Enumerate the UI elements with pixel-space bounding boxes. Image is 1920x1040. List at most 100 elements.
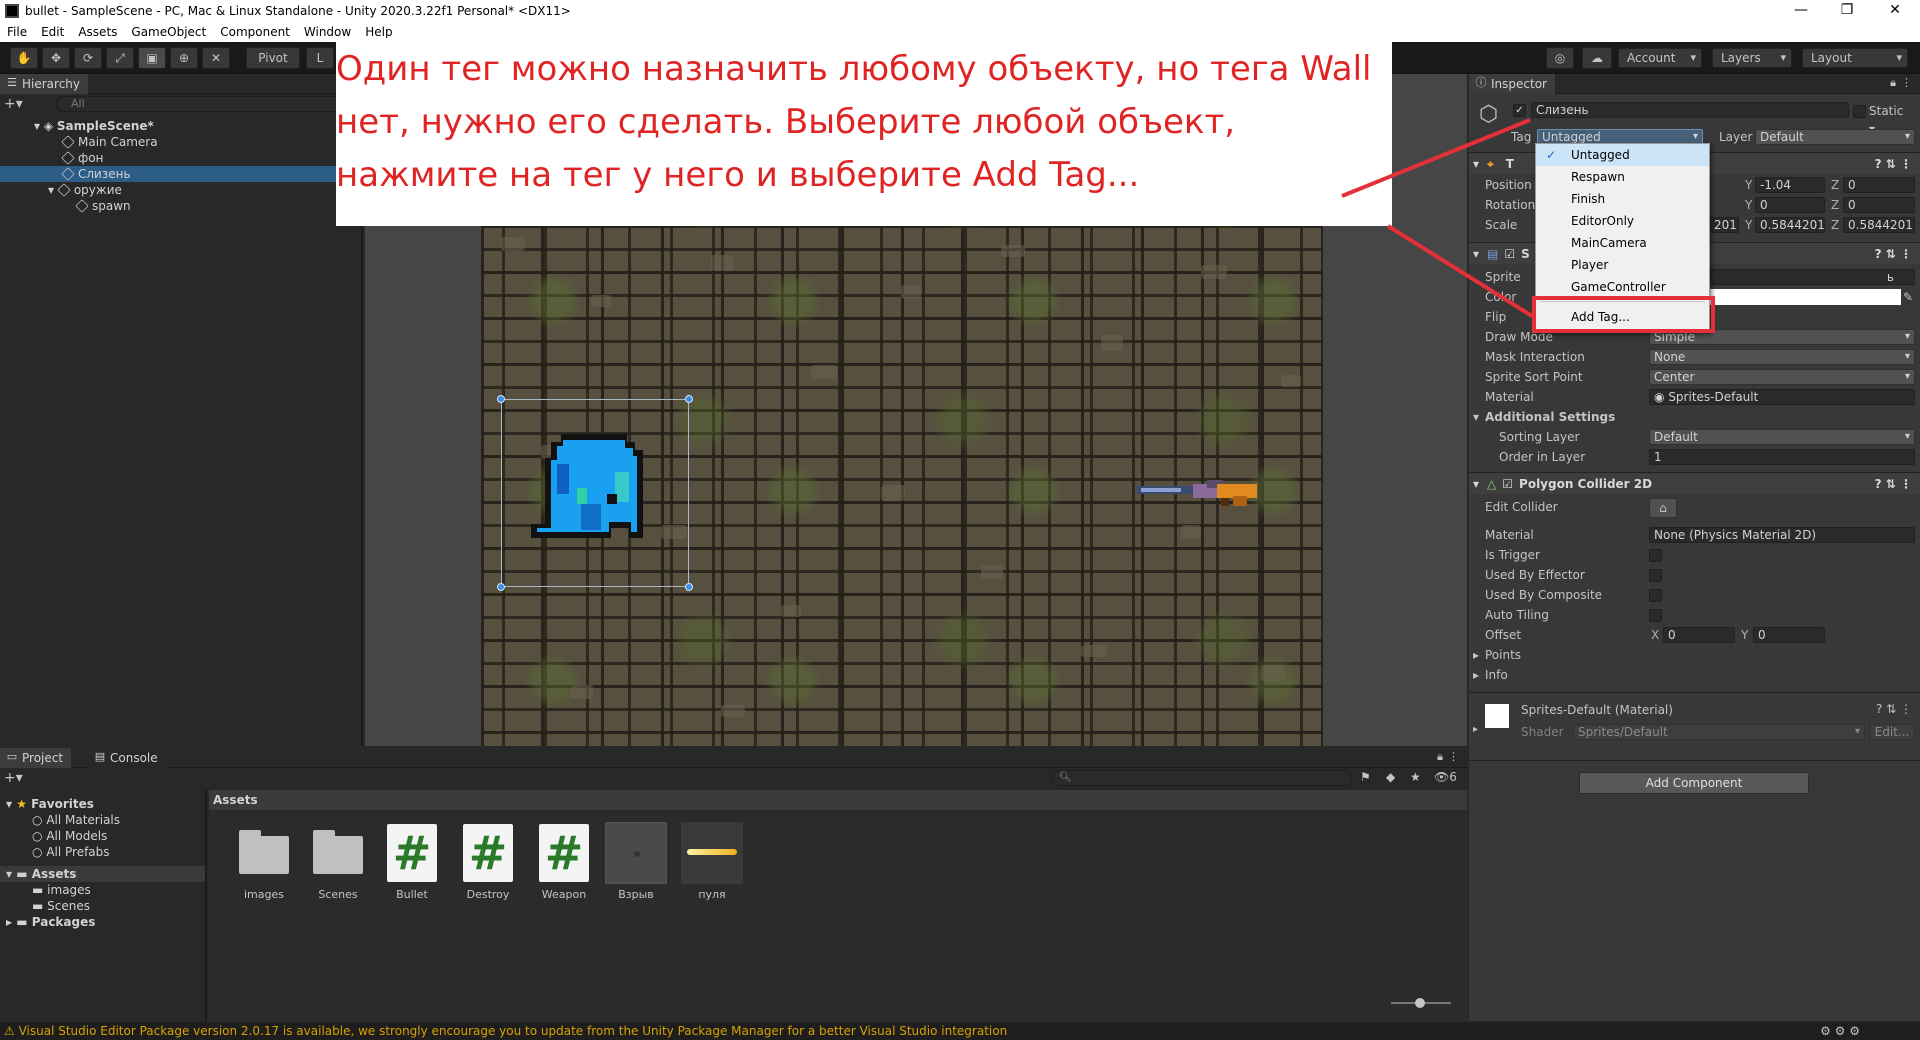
lock-icon[interactable]: 🔒︎ <box>1890 76 1896 90</box>
local-toggle[interactable]: L <box>306 47 334 69</box>
tree-item-favorites[interactable]: ▾ ★ Favorites <box>0 796 205 812</box>
layer-dropdown[interactable]: Default <box>1755 129 1915 145</box>
menu-window[interactable]: Window <box>297 25 358 39</box>
create-asset-button[interactable]: +▾ <box>4 770 23 786</box>
tag-option-untagged[interactable]: ✓ Untagged <box>1536 144 1709 166</box>
menu-edit[interactable]: Edit <box>34 25 71 39</box>
hand-tool-icon[interactable]: ✋ <box>10 47 38 69</box>
offset-x-field[interactable]: 0 <box>1663 627 1735 643</box>
menu-gameobject[interactable]: GameObject <box>124 25 213 39</box>
weapon-sprite[interactable] <box>1137 478 1261 508</box>
collider-material-field[interactable]: None (Physics Material 2D) <box>1649 527 1915 543</box>
filter-label-icon[interactable]: ◆ <box>1386 770 1395 784</box>
order-field[interactable]: 1 <box>1649 449 1915 465</box>
tab-hierarchy[interactable]: ☰ Hierarchy <box>0 74 89 94</box>
favorite-star-icon[interactable]: ★ <box>1410 770 1421 784</box>
slime-sprite[interactable] <box>531 428 665 554</box>
used-composite-checkbox[interactable] <box>1649 589 1662 602</box>
shader-dropdown[interactable]: Sprites/Default <box>1573 724 1865 740</box>
collab-icon[interactable]: ◎ <box>1546 47 1574 69</box>
layout-dropdown[interactable]: Layout <box>1802 48 1908 68</box>
component-menu-icons[interactable]: ? ⇅ ⋮ <box>1875 243 1912 265</box>
asset-explosion-prefab[interactable]: Взрыв <box>605 822 667 902</box>
tab-inspector[interactable]: ⓘ Inspector <box>1469 74 1555 94</box>
asset-destroy-script[interactable]: # Destroy <box>457 822 519 902</box>
rotation-z-field[interactable]: 0 <box>1843 197 1915 213</box>
status-message[interactable]: Visual Studio Editor Package version 2.0… <box>19 1024 1008 1038</box>
rect-handle-br[interactable] <box>685 583 693 591</box>
position-z-field[interactable]: 0 <box>1843 177 1915 193</box>
rect-handle-bl[interactable] <box>497 583 505 591</box>
account-dropdown[interactable]: Account <box>1618 48 1702 68</box>
filter-type-icon[interactable]: ⚑ <box>1360 770 1371 784</box>
rect-tool-icon[interactable]: ▣ <box>138 47 166 69</box>
asset-scenes-folder[interactable]: Scenes <box>307 822 369 902</box>
eyedropper-icon[interactable]: ✎ <box>1903 288 1913 306</box>
scale-tool-icon[interactable]: ⤢ <box>106 47 134 69</box>
hierarchy-item-weapon[interactable]: ▾ оружие <box>0 182 363 198</box>
add-object-button[interactable]: +▾ <box>4 96 24 112</box>
polygon-collider-header[interactable]: ▾ △ ☑ Polygon Collider 2D ? ⇅ ⋮ <box>1469 472 1920 494</box>
sorting-layer-dropdown[interactable]: Default <box>1649 429 1915 445</box>
component-menu-icons[interactable]: ? ⇅ ⋮ <box>1876 702 1912 716</box>
object-name-field[interactable]: Слизень <box>1531 102 1849 118</box>
tab-console[interactable]: ▤ Console <box>88 748 166 768</box>
hierarchy-item-background[interactable]: фон <box>0 150 363 166</box>
tree-item-all-materials[interactable]: ○ All Materials <box>0 812 205 828</box>
is-trigger-checkbox[interactable] <box>1649 549 1662 562</box>
asset-images-folder[interactable]: images <box>233 822 295 902</box>
material-field[interactable]: ◉ Sprites-Default <box>1649 389 1915 405</box>
scale-y-field[interactable]: 0.5844201 <box>1755 217 1825 233</box>
shader-edit-button[interactable]: Edit... <box>1869 724 1915 740</box>
sort-point-dropdown[interactable]: Center <box>1649 369 1915 385</box>
tag-option-finish[interactable]: Finish <box>1536 188 1709 210</box>
add-component-button[interactable]: Add Component <box>1579 772 1809 794</box>
auto-tiling-checkbox[interactable] <box>1649 609 1662 622</box>
position-y-field[interactable]: -1.04 <box>1755 177 1825 193</box>
tab-project[interactable]: ▭ Project <box>0 748 72 768</box>
menu-help[interactable]: Help <box>358 25 399 39</box>
static-checkbox[interactable] <box>1853 105 1866 118</box>
checkmark-icon[interactable]: ☑ <box>1502 477 1513 491</box>
scale-x-field[interactable]: 201 <box>1709 217 1739 233</box>
component-menu-icons[interactable]: ? ⇅ ⋮ <box>1875 153 1912 175</box>
pivot-toggle[interactable]: Pivot <box>246 47 300 69</box>
asset-bullet-script[interactable]: # Bullet <box>381 822 443 902</box>
used-effector-checkbox[interactable] <box>1649 569 1662 582</box>
tree-item-all-models[interactable]: ○ All Models <box>0 828 205 844</box>
close-button[interactable]: ✕ <box>1872 0 1918 22</box>
tree-item-all-prefabs[interactable]: ○ All Prefabs <box>0 844 205 860</box>
maximize-button[interactable]: ❐ <box>1824 0 1870 22</box>
hidden-packages-icon[interactable]: 👁︎6 <box>1434 770 1457 784</box>
scale-z-field[interactable]: 0.5844201 <box>1843 217 1915 233</box>
menu-component[interactable]: Component <box>213 25 297 39</box>
offset-y-field[interactable]: 0 <box>1753 627 1825 643</box>
active-checkbox[interactable]: ✓ <box>1513 104 1526 117</box>
asset-bullet-sprite[interactable]: пуля <box>681 822 743 902</box>
color-swatch[interactable] <box>1709 289 1901 305</box>
hierarchy-item-samplescene[interactable]: ▾ ◈ SampleScene* <box>0 118 363 134</box>
minimize-button[interactable]: — <box>1778 0 1824 22</box>
cloud-icon[interactable]: ☁ <box>1582 47 1612 69</box>
transform-tool-icon[interactable]: ⊕ <box>170 47 198 69</box>
tree-item-packages[interactable]: ▸ ▬ Packages <box>0 914 205 930</box>
move-tool-icon[interactable]: ✥ <box>42 47 70 69</box>
hierarchy-item-spawn[interactable]: spawn <box>0 198 363 214</box>
rect-handle-tl[interactable] <box>497 395 505 403</box>
hierarchy-item-slime[interactable]: Слизень <box>0 166 363 182</box>
hierarchy-item-main-camera[interactable]: Main Camera <box>0 134 363 150</box>
rotation-y-field[interactable]: 0 <box>1755 197 1825 213</box>
tag-option-player[interactable]: Player <box>1536 254 1709 276</box>
menu-file[interactable]: File <box>0 25 34 39</box>
more-icon[interactable]: ⋮ <box>1901 76 1912 89</box>
rotate-tool-icon[interactable]: ⟳ <box>74 47 102 69</box>
tag-option-gamecontroller[interactable]: GameController <box>1536 276 1709 298</box>
status-icons[interactable]: ⚙ ⚙ ⚙ <box>1820 1022 1860 1040</box>
tag-option-respawn[interactable]: Respawn <box>1536 166 1709 188</box>
menu-assets[interactable]: Assets <box>71 25 124 39</box>
custom-tool-icon[interactable]: ✕ <box>202 47 230 69</box>
rect-handle-tr[interactable] <box>685 395 693 403</box>
tree-item-images[interactable]: ▬ images <box>0 882 205 898</box>
more-icon[interactable]: ⋮ <box>1448 750 1459 763</box>
info-row[interactable]: ▸ Info <box>1469 666 1920 684</box>
